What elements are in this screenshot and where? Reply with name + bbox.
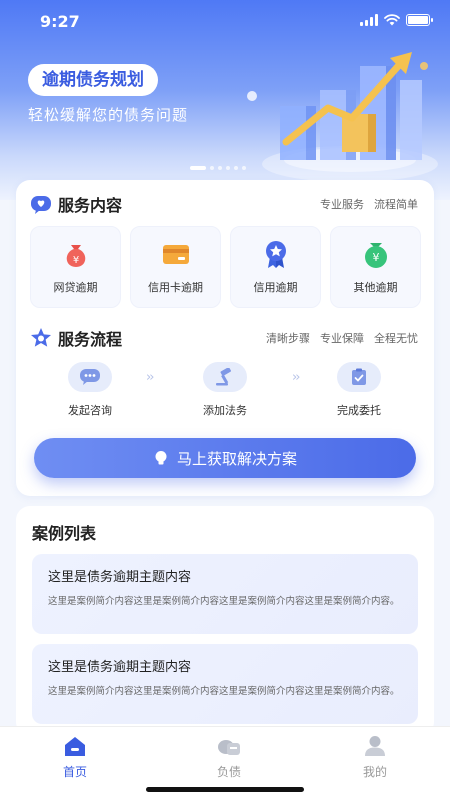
carousel-indicator[interactable] — [190, 166, 246, 170]
process-step-complete[interactable]: 完成委托 — [314, 362, 404, 418]
service-item-online-loan[interactable]: ¥ 网贷逾期 — [30, 226, 121, 308]
service-label: 其他逾期 — [353, 281, 398, 294]
svg-text:¥: ¥ — [72, 255, 78, 266]
process-tag: 专业保障 — [320, 332, 364, 345]
service-item-other[interactable]: ¥ 其他逾期 — [330, 226, 421, 308]
clipboard-icon — [337, 362, 381, 392]
hero-title: 逾期债务规划 — [28, 64, 158, 96]
hero-banner[interactable]: 9:27 逾期债务规划 轻松缓解您的债务问题 — [0, 0, 450, 200]
chat-icon — [68, 362, 112, 392]
nav-label: 我的 — [362, 765, 387, 779]
carousel-dot[interactable] — [226, 166, 230, 170]
process-flow: 发起咨询 ›› 添加法务 ›› 完成委托 — [30, 362, 420, 422]
carousel-dot[interactable] — [190, 166, 206, 170]
services-title: 服务内容 — [58, 196, 123, 215]
home-indicator — [146, 787, 304, 792]
status-time: 9:27 — [40, 12, 80, 31]
svg-text:¥: ¥ — [372, 251, 379, 264]
get-solution-button[interactable]: 马上获取解决方案 — [34, 438, 416, 478]
process-title: 服务流程 — [58, 330, 123, 349]
profile-icon — [365, 736, 385, 756]
home-icon — [65, 737, 85, 756]
services-tags: 专业服务 流程简单 — [320, 196, 418, 212]
process-step-legal[interactable]: 添加法务 — [180, 362, 270, 418]
process-header: 服务流程 — [30, 326, 122, 350]
process-step-consult[interactable]: 发起咨询 — [45, 362, 135, 418]
status-icons — [360, 14, 433, 26]
service-label: 信用逾期 — [253, 281, 298, 294]
process-tag: 清晰步骤 — [266, 332, 310, 345]
growth-chart-illustration — [247, 52, 438, 182]
services-tag: 流程简单 — [374, 198, 418, 211]
services-header: 服务内容 — [30, 192, 122, 216]
case-description: 这里是案例简介内容这里是案例简介内容这里是案例简介内容这里是案例简介内容。 — [48, 596, 400, 607]
service-label: 网贷逾期 — [53, 281, 98, 294]
hero-subtitle: 轻松缓解您的债务问题 — [28, 106, 189, 124]
carousel-dot[interactable] — [210, 166, 214, 170]
service-item-credit[interactable]: 信用逾期 — [230, 226, 321, 308]
wifi-icon — [384, 14, 400, 26]
service-item-credit-card[interactable]: 信用卡逾期 — [130, 226, 221, 308]
process-step-label: 完成委托 — [337, 404, 381, 417]
carousel-dot[interactable] — [234, 166, 238, 170]
money-bag-icon: ¥ — [66, 245, 85, 267]
process-tag: 全程无忧 — [374, 332, 418, 345]
nav-item-profile[interactable]: 我的 — [335, 735, 415, 780]
carousel-dot[interactable] — [242, 166, 246, 170]
chevron-right-icon: ›› — [146, 370, 155, 385]
services-grid: ¥ 网贷逾期 信用卡逾期 信用逾期 ¥ 其他逾期 — [30, 226, 421, 308]
gavel-icon — [203, 362, 247, 392]
case-list-title: 案例列表 — [32, 520, 97, 544]
case-list-card: 案例列表 这里是债务逾期主题内容 这里是案例简介内容这里是案例简介内容这里是案例… — [16, 506, 434, 736]
coin-bag-icon: ¥ — [364, 243, 387, 268]
process-step-label: 发起咨询 — [68, 404, 112, 417]
process-tags: 清晰步骤 专业保障 全程无忧 — [266, 330, 418, 346]
case-item[interactable]: 这里是债务逾期主题内容 这里是案例简介内容这里是案例简介内容这里是案例简介内容这… — [32, 554, 418, 634]
services-tag: 专业服务 — [320, 198, 364, 211]
carousel-dot[interactable] — [218, 166, 222, 170]
credit-card-icon — [162, 245, 189, 264]
lightbulb-icon — [155, 451, 167, 465]
nav-item-home[interactable]: 首页 — [35, 735, 115, 780]
nav-label: 负债 — [216, 765, 241, 779]
case-item[interactable]: 这里是债务逾期主题内容 这里是案例简介内容这里是案例简介内容这里是案例简介内容这… — [32, 644, 418, 724]
nav-item-debt[interactable]: 负债 — [189, 735, 269, 780]
get-solution-label: 马上获取解决方案 — [176, 449, 297, 468]
debt-icon — [218, 740, 240, 755]
chevron-right-icon: ›› — [292, 370, 301, 385]
case-title: 这里是债务逾期主题内容 — [48, 570, 192, 585]
heart-chat-icon — [31, 196, 51, 214]
badge-icon — [265, 241, 286, 268]
process-step-label: 添加法务 — [203, 404, 247, 417]
cellular-signal-icon — [360, 14, 378, 26]
case-title: 这里是债务逾期主题内容 — [48, 660, 192, 675]
star-medal-icon — [31, 328, 51, 347]
case-description: 这里是案例简介内容这里是案例简介内容这里是案例简介内容这里是案例简介内容。 — [48, 686, 400, 697]
service-card: 服务内容 专业服务 流程简单 ¥ 网贷逾期 信用卡逾期 信用逾期 ¥ 其他逾期 … — [16, 180, 434, 496]
service-label: 信用卡逾期 — [148, 281, 203, 294]
nav-label: 首页 — [62, 765, 87, 779]
battery-icon — [406, 14, 433, 26]
